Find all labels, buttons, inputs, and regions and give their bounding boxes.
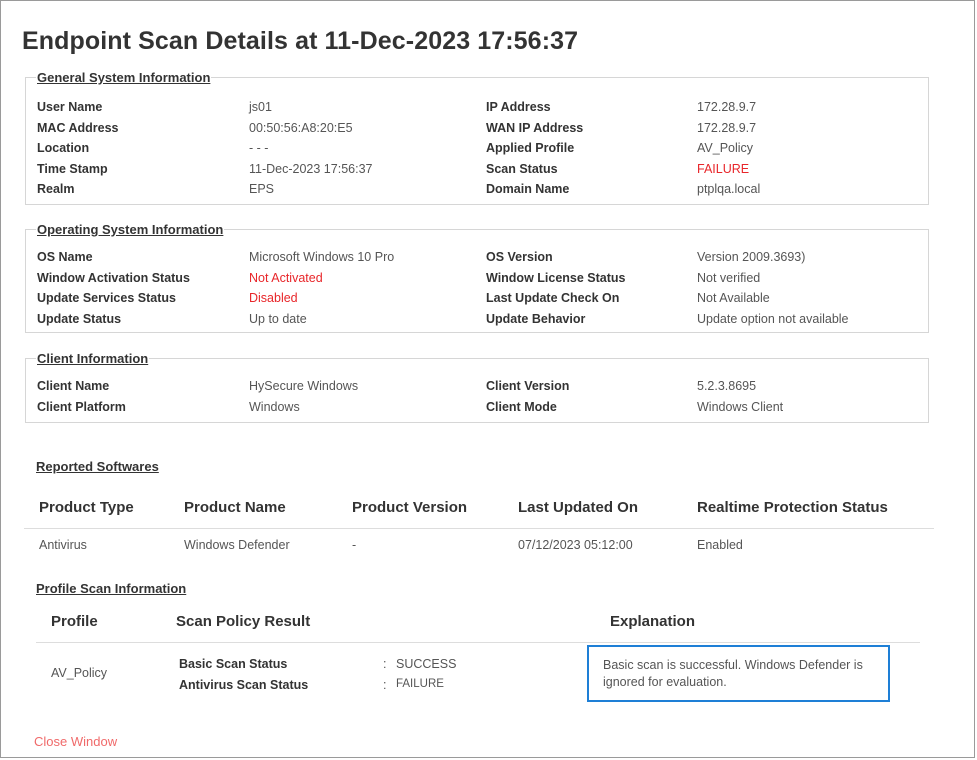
activation-status-label: Window Activation Status xyxy=(37,271,190,285)
update-behavior-label: Update Behavior xyxy=(486,312,586,326)
location-label: Location xyxy=(37,141,90,155)
ip-address-label: IP Address xyxy=(486,100,551,114)
scan-status-value: FAILURE xyxy=(697,162,750,176)
last-update-check-value: Not Available xyxy=(697,291,770,305)
os-name-label: OS Name xyxy=(37,250,93,264)
profile-scan-title: Profile Scan Information xyxy=(36,581,187,596)
location-value: - - - xyxy=(249,141,269,155)
col-product-name: Product Name xyxy=(184,499,286,516)
general-system-info-panel: General System Information User Name js0… xyxy=(25,70,929,205)
user-name-label: User Name xyxy=(37,100,103,114)
reported-softwares-title: Reported Softwares xyxy=(36,459,159,474)
client-version-value: 5.2.3.8695 xyxy=(697,379,757,393)
mac-address-value: 00:50:56:A8:20:E5 xyxy=(249,121,353,135)
close-window-link[interactable]: Close Window xyxy=(34,734,117,749)
client-version-label: Client Version xyxy=(486,379,570,393)
activation-status-value: Not Activated xyxy=(249,271,323,285)
basic-scan-status-label: Basic Scan Status xyxy=(179,657,288,671)
client-name-value: HySecure Windows xyxy=(249,379,359,393)
client-platform-value: Windows xyxy=(249,400,300,414)
client-name-label: Client Name xyxy=(37,379,110,393)
profile-header-divider xyxy=(36,642,920,643)
time-stamp-value: 11-Dec-2023 17:56:37 xyxy=(249,162,373,176)
scan-status-label: Scan Status xyxy=(486,162,558,176)
user-name-value: js01 xyxy=(249,100,272,114)
applied-profile-value: AV_Policy xyxy=(697,141,754,155)
antivirus-scan-status-value: FAILURE xyxy=(396,678,444,690)
domain-name-value: ptplqa.local xyxy=(697,182,761,196)
general-system-info-legend: General System Information xyxy=(37,70,211,85)
col-last-updated: Last Updated On xyxy=(518,499,639,516)
page-title: Endpoint Scan Details at 11-Dec-2023 17:… xyxy=(22,27,579,55)
explanation-box: Basic scan is successful. Windows Defend… xyxy=(587,645,890,702)
software-last-updated: 07/12/2023 05:12:00 xyxy=(518,538,633,552)
col-realtime-protection: Realtime Protection Status xyxy=(697,499,888,516)
update-behavior-value: Update option not available xyxy=(697,312,849,326)
col-product-version: Product Version xyxy=(352,499,468,516)
update-services-value: Disabled xyxy=(249,291,298,305)
wan-ip-value: 172.28.9.7 xyxy=(697,121,757,135)
os-version-value: Version 2009.3693) xyxy=(697,250,806,264)
license-status-label: Window License Status xyxy=(486,271,626,285)
domain-name-label: Domain Name xyxy=(486,182,570,196)
os-version-label: OS Version xyxy=(486,250,553,264)
realm-label: Realm xyxy=(37,182,75,196)
basic-scan-status-value: SUCCESS xyxy=(396,657,457,671)
mac-address-label: MAC Address xyxy=(37,121,119,135)
wan-ip-label: WAN IP Address xyxy=(486,121,584,135)
update-status-value: Up to date xyxy=(249,312,307,326)
applied-profile-label: Applied Profile xyxy=(486,141,575,155)
software-header-divider xyxy=(24,528,934,529)
software-product-type: Antivirus xyxy=(39,538,87,552)
col-product-type: Product Type xyxy=(39,499,134,516)
last-update-check-label: Last Update Check On xyxy=(486,291,620,305)
os-info-panel: Operating System Information OS Name Mic… xyxy=(25,222,929,333)
antivirus-scan-status-label: Antivirus Scan Status xyxy=(179,678,309,692)
profile-value: AV_Policy xyxy=(51,666,108,680)
col-explanation: Explanation xyxy=(610,613,696,630)
realm-value: EPS xyxy=(249,182,275,196)
software-realtime-status: Enabled xyxy=(697,538,743,552)
client-info-legend: Client Information xyxy=(37,351,149,366)
os-name-value: Microsoft Windows 10 Pro xyxy=(249,250,395,264)
client-platform-label: Client Platform xyxy=(37,400,126,414)
col-scan-policy-result: Scan Policy Result xyxy=(176,613,311,630)
basic-scan-status-sep: : xyxy=(383,657,387,671)
software-product-name: Windows Defender xyxy=(184,538,290,552)
update-status-label: Update Status xyxy=(37,312,122,326)
client-mode-value: Windows Client xyxy=(697,400,784,414)
license-status-value: Not verified xyxy=(697,271,761,285)
ip-address-value: 172.28.9.7 xyxy=(697,100,757,114)
time-stamp-label: Time Stamp xyxy=(37,162,108,176)
update-services-label: Update Services Status xyxy=(37,291,176,305)
software-product-version: - xyxy=(352,538,357,552)
os-info-legend: Operating System Information xyxy=(37,222,224,237)
client-mode-label: Client Mode xyxy=(486,400,557,414)
col-profile: Profile xyxy=(51,613,98,630)
explanation-text: Basic scan is successful. Windows Defend… xyxy=(603,658,863,689)
antivirus-scan-status-sep: : xyxy=(383,678,387,692)
client-info-panel: Client Information Client Name HySecure … xyxy=(25,351,929,423)
